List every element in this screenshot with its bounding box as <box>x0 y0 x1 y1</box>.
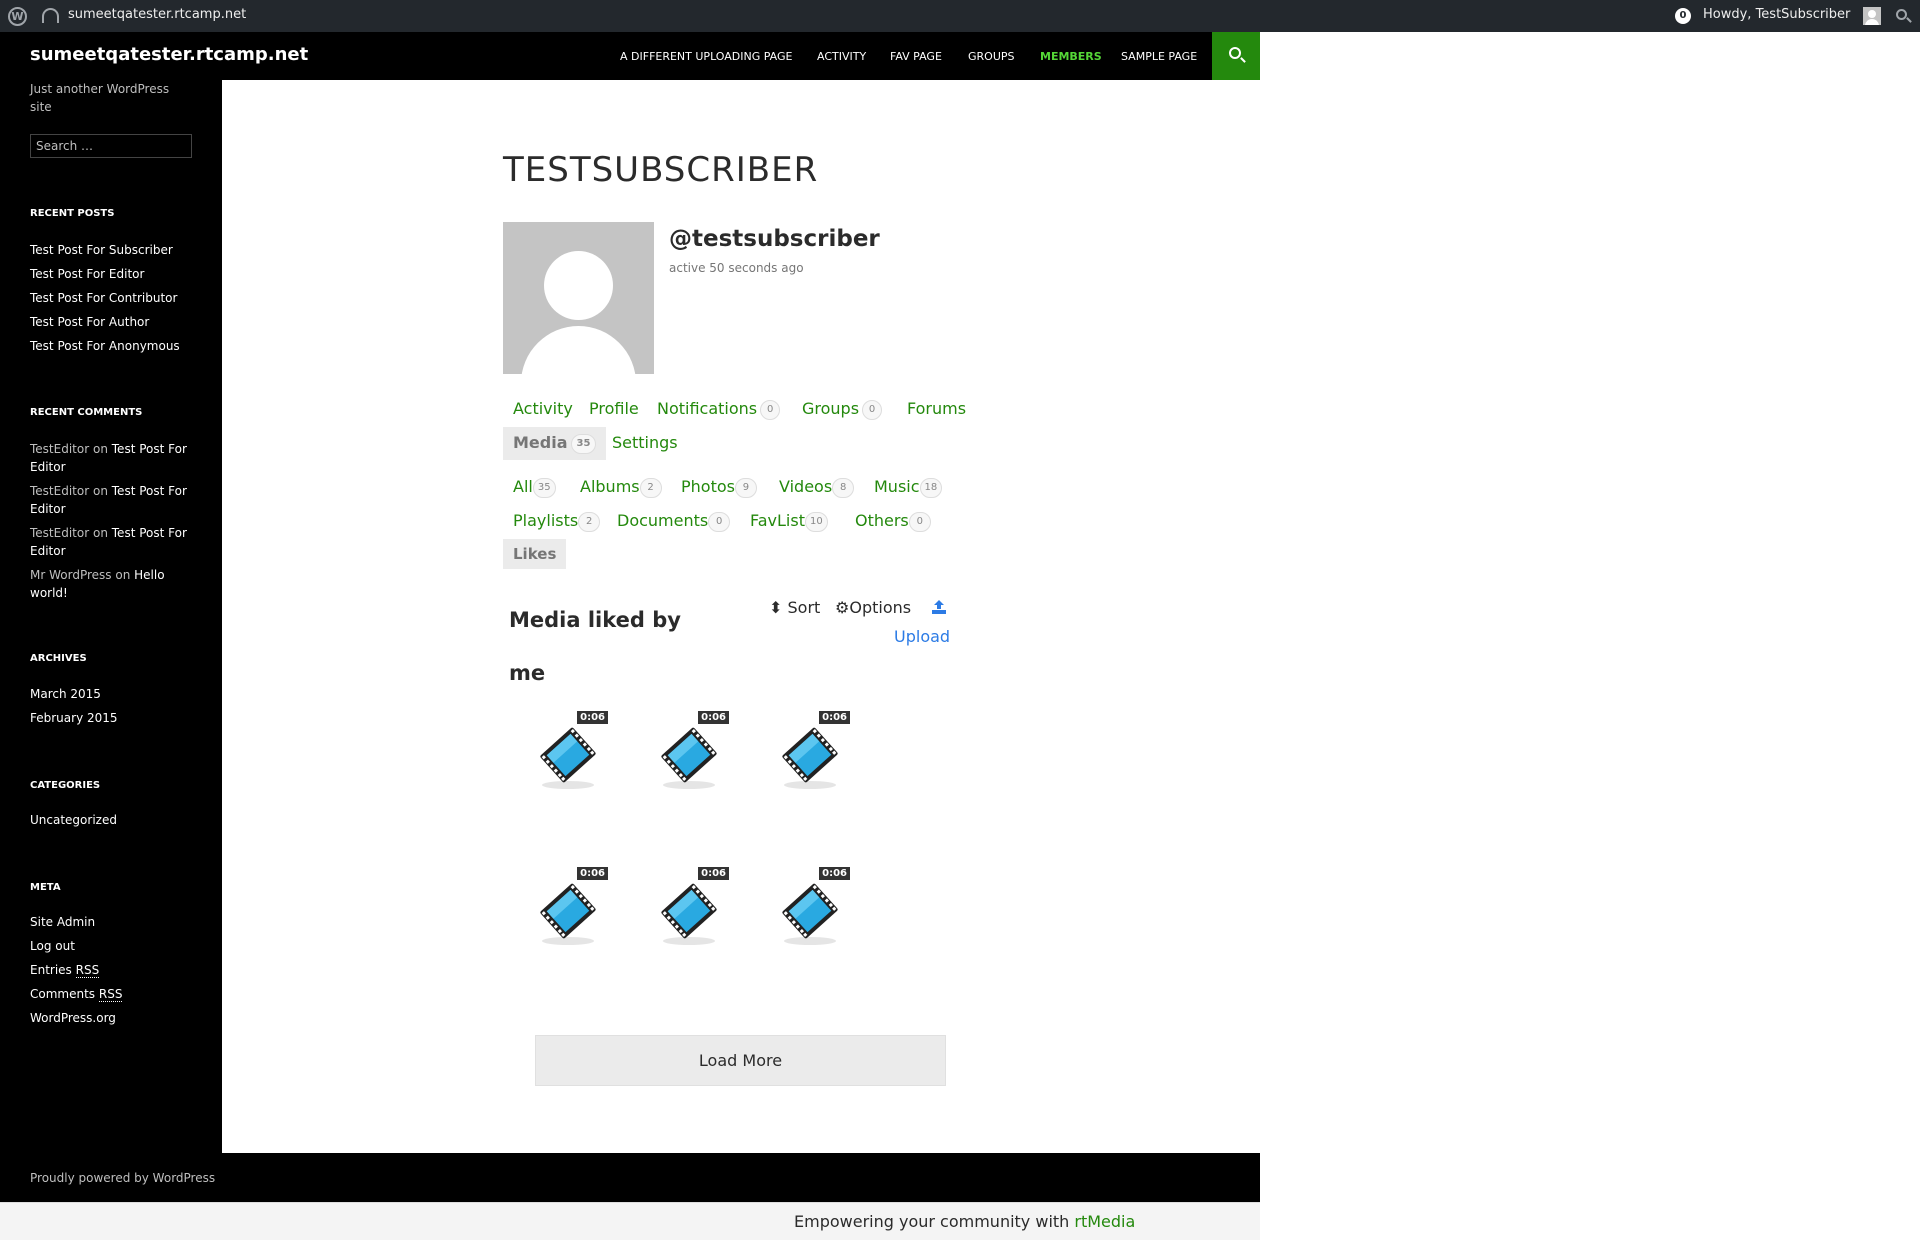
media-item[interactable]: 0:06 <box>641 711 741 811</box>
wordpress-org-link[interactable]: WordPress.org <box>30 1011 116 1025</box>
comments-rss-link[interactable]: Comments RSS <box>30 987 123 1002</box>
media-item[interactable]: 0:06 <box>641 867 741 967</box>
meta-list: Site Admin Log out Entries RSS Comments … <box>30 910 200 1030</box>
comment-author: TestEditor <box>30 442 90 456</box>
comment-author: Mr WordPress <box>30 568 112 582</box>
media-item[interactable]: 0:06 <box>520 711 620 811</box>
rtmedia-link[interactable]: rtMedia <box>1074 1212 1135 1231</box>
recent-comments-list: TestEditor on Test Post For Editor TestE… <box>30 440 200 608</box>
entries-rss-link[interactable]: Entries RSS <box>30 963 100 978</box>
footer-credit[interactable]: Proudly powered by WordPress <box>30 1171 215 1185</box>
subtab-albums[interactable]: Albums 2 <box>580 477 662 498</box>
archive-link[interactable]: February 2015 <box>30 711 118 725</box>
recent-posts-list: Test Post For Subscriber Test Post For E… <box>30 238 200 358</box>
tab-forums[interactable]: Forums <box>907 399 966 418</box>
subtab-documents[interactable]: Documents 0 <box>617 511 731 532</box>
subtab-likes[interactable]: Likes <box>503 539 567 569</box>
nav-groups[interactable]: GROUPS <box>968 50 1015 63</box>
groups-count: 0 <box>862 399 883 420</box>
wordpress-logo-icon[interactable]: W <box>8 7 27 26</box>
admin-bar-avatar[interactable] <box>1863 7 1881 25</box>
page-title: TESTSUBSCRIBER <box>503 150 819 190</box>
recent-post-link[interactable]: Test Post For Anonymous <box>30 339 180 353</box>
media-item[interactable]: 0:06 <box>762 867 862 967</box>
recent-comment-item: TestEditor on Test Post For Editor <box>30 484 187 516</box>
subtab-favlist[interactable]: FavList 10 <box>750 511 828 532</box>
profile-avatar[interactable] <box>503 222 654 374</box>
category-link[interactable]: Uncategorized <box>30 813 117 827</box>
subtab-playlists[interactable]: Playlists 2 <box>513 511 601 532</box>
notifications-count: 0 <box>760 399 781 420</box>
gear-icon: ⚙ <box>835 598 850 617</box>
notification-count-badge[interactable]: 0 <box>1675 8 1691 24</box>
sort-button[interactable]: ⬍ Sort <box>769 598 820 617</box>
upload-icon[interactable] <box>931 599 947 615</box>
recent-post-link[interactable]: Test Post For Subscriber <box>30 243 173 257</box>
site-admin-link[interactable]: Site Admin <box>30 915 95 929</box>
subtab-all[interactable]: All 35 <box>513 477 556 498</box>
load-more-button[interactable]: Load More <box>535 1035 946 1086</box>
archive-link[interactable]: March 2015 <box>30 687 101 701</box>
nav-fav-page[interactable]: FAV PAGE <box>890 50 942 63</box>
categories-heading: CATEGORIES <box>30 780 101 791</box>
header-search-toggle[interactable] <box>1212 32 1260 80</box>
recent-post-link[interactable]: Test Post For Editor <box>30 267 144 281</box>
search-icon <box>1229 47 1241 59</box>
tab-groups[interactable]: Groups 0 <box>802 399 883 420</box>
nav-sample-page[interactable]: SAMPLE PAGE <box>1121 50 1197 63</box>
dashboard-icon[interactable] <box>42 8 59 23</box>
nav-a-different-uploading-page[interactable]: A DIFFERENT UPLOADING PAGE <box>620 50 793 63</box>
admin-bar-site-link[interactable]: sumeetqatester.rtcamp.net <box>68 7 246 22</box>
categories-list: Uncategorized <box>30 808 200 832</box>
howdy-user-link[interactable]: Howdy, TestSubscriber <box>1703 7 1850 22</box>
options-button[interactable]: ⚙Options <box>835 598 911 617</box>
recent-comment-item: TestEditor on Test Post For Editor <box>30 442 187 474</box>
tab-notifications[interactable]: Notifications 0 <box>657 399 781 420</box>
tab-media[interactable]: Media 35 <box>503 427 607 460</box>
rtmedia-footer: Empowering your community with rtMedia <box>0 1202 1260 1240</box>
recent-post-link[interactable]: Test Post For Author <box>30 315 149 329</box>
recent-comment-item: TestEditor on Test Post For Editor <box>30 526 187 558</box>
admin-bar-search-icon[interactable] <box>1896 9 1907 20</box>
recent-posts-heading: RECENT POSTS <box>30 208 115 219</box>
tab-profile[interactable]: Profile <box>589 399 639 418</box>
media-count: 35 <box>570 433 597 454</box>
recent-post-link[interactable]: Test Post For Contributor <box>30 291 177 305</box>
subtab-others[interactable]: Others 0 <box>855 511 931 532</box>
media-item[interactable]: 0:06 <box>520 867 620 967</box>
last-active-status: active 50 seconds ago <box>669 261 804 275</box>
upload-link[interactable]: Upload <box>894 627 950 646</box>
admin-bar: W sumeetqatester.rtcamp.net 0 Howdy, Tes… <box>0 0 1920 32</box>
nav-members[interactable]: MEMBERS <box>1040 50 1102 63</box>
comment-author: TestEditor <box>30 484 90 498</box>
sidebar-search-input[interactable] <box>30 134 192 158</box>
tab-settings[interactable]: Settings <box>612 433 678 452</box>
log-out-link[interactable]: Log out <box>30 939 75 953</box>
sort-icon: ⬍ <box>769 598 783 617</box>
subtab-music[interactable]: Music 18 <box>874 477 943 498</box>
profile-username: @testsubscriber <box>669 226 880 252</box>
recent-comment-item: Mr WordPress on Hello world! <box>30 568 165 600</box>
media-item[interactable]: 0:06 <box>762 711 862 811</box>
meta-heading: META <box>30 882 61 893</box>
subtab-photos[interactable]: Photos 9 <box>681 477 757 498</box>
archives-heading: ARCHIVES <box>30 653 87 664</box>
comment-author: TestEditor <box>30 526 90 540</box>
recent-comments-heading: RECENT COMMENTS <box>30 407 143 418</box>
tab-activity[interactable]: Activity <box>513 399 573 418</box>
subtab-videos[interactable]: Videos 8 <box>779 477 855 498</box>
primary-navigation: A DIFFERENT UPLOADING PAGE ACTIVITY FAV … <box>0 32 1260 80</box>
archives-list: March 2015 February 2015 <box>30 682 200 730</box>
gallery-title: Media liked by me <box>509 608 681 685</box>
site-tagline: Just another WordPress site <box>30 82 170 114</box>
nav-activity[interactable]: ACTIVITY <box>817 50 866 63</box>
